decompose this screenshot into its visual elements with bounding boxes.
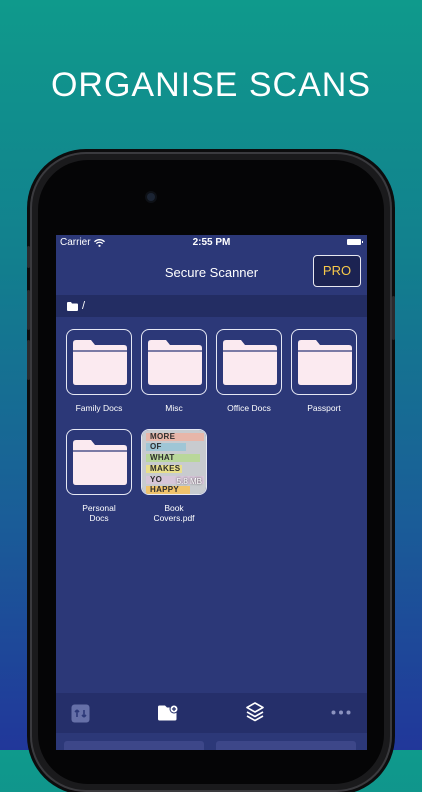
breadcrumb-path: /	[82, 300, 86, 312]
folder-icon	[73, 440, 127, 485]
breadcrumb[interactable]: /	[56, 295, 367, 317]
promo-title: ORGANISE SCANS	[50, 66, 372, 104]
folder-icon	[298, 340, 352, 385]
front-camera	[147, 193, 155, 201]
folder-item-family-docs[interactable]: Family Docs	[64, 329, 134, 413]
sync-icon[interactable]	[71, 704, 90, 723]
folder-item-passport[interactable]: Passport	[289, 329, 359, 413]
file-size: 5.8 MB	[176, 477, 202, 486]
pdf-thumbnail[interactable]: MORE OF WHAT MAKES YO HAPPY 5.8 MB	[141, 429, 207, 495]
item-label: Personal Docs	[82, 503, 116, 523]
power-button	[392, 296, 395, 340]
action-button-right[interactable]	[216, 741, 356, 750]
more-icon[interactable]	[331, 710, 351, 715]
pdf-item-book-covers[interactable]: MORE OF WHAT MAKES YO HAPPY 5.8 MB Book …	[139, 429, 209, 523]
folder-tile[interactable]	[66, 329, 132, 395]
thumb-text: HAPPY	[150, 485, 180, 494]
thumb-text: OF	[150, 442, 162, 451]
silent-switch	[27, 246, 30, 268]
folder-tile[interactable]	[216, 329, 282, 395]
folder-icon	[223, 340, 277, 385]
status-time: 2:55 PM	[192, 237, 231, 248]
item-label: Book Covers.pdf	[153, 503, 195, 523]
volume-up-button	[27, 290, 30, 330]
volume-down-button	[27, 340, 30, 380]
item-label: Misc	[165, 403, 183, 413]
thumb-text: YO	[150, 475, 163, 484]
battery-icon	[347, 239, 363, 245]
pro-upgrade-button[interactable]: PRO	[313, 255, 361, 287]
item-label: Family Docs	[75, 403, 123, 413]
folder-tile[interactable]	[66, 429, 132, 495]
item-label: Office Docs	[227, 403, 271, 413]
layers-icon[interactable]	[245, 701, 265, 723]
thumb-text: MAKES	[150, 464, 181, 473]
new-folder-icon[interactable]	[157, 704, 179, 722]
folder-tile[interactable]	[291, 329, 357, 395]
folder-item-office-docs[interactable]: Office Docs	[214, 329, 284, 413]
thumb-text: WHAT	[150, 453, 175, 462]
app-screen: Carrier 2:55 PM Secure Scanner PRO / Fam…	[56, 235, 367, 750]
bottom-toolbar	[56, 693, 367, 733]
folder-icon	[67, 301, 78, 311]
folder-item-personal-docs[interactable]: Personal Docs	[64, 429, 134, 523]
folder-icon	[73, 340, 127, 385]
item-label: Passport	[307, 403, 341, 413]
folder-icon	[148, 340, 202, 385]
thumb-text: MORE	[150, 432, 176, 441]
action-button-left[interactable]	[64, 741, 204, 750]
folder-tile[interactable]	[141, 329, 207, 395]
navigation-bar: Secure Scanner PRO	[56, 251, 367, 295]
folder-item-misc[interactable]: Misc	[139, 329, 209, 413]
status-bar: Carrier 2:55 PM	[56, 235, 367, 251]
